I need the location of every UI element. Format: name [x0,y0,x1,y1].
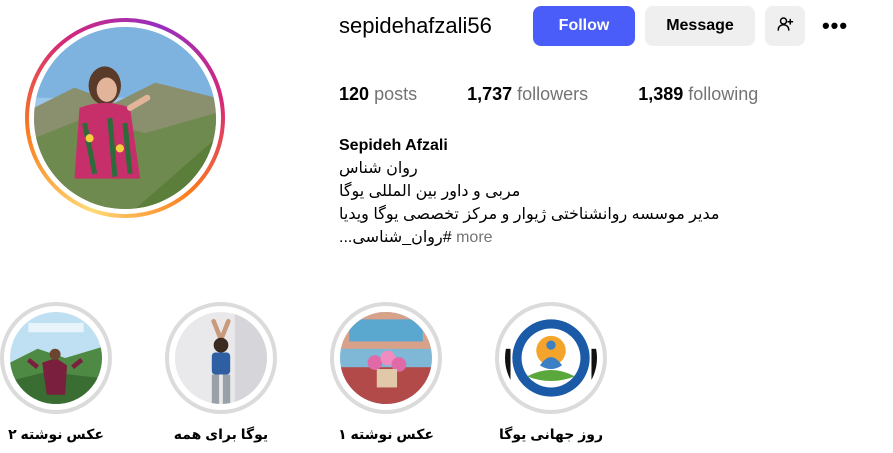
highlight-item[interactable]: عکس نوشته ۱ [330,302,442,443]
highlight-item[interactable]: یوگا برای همه [165,302,277,443]
bio-line-3: مدیر موسسه روانشناختی ژیوار و مرکز تخصصی… [339,206,720,223]
highlight-label: یوگا برای همه [173,426,269,442]
followers-count: 1,737 [467,84,513,104]
avatar-frame [29,22,221,214]
highlight-item[interactable]: عکس نوشته ۲ [0,302,112,443]
followers-label: followers [517,84,589,104]
bio-line-4: #روان_شناسی... more [339,226,759,249]
profile-username: sepidehafzali56 [339,13,492,38]
bio-line-1: روان شناس [339,160,418,177]
profile-bio: Sepideh Afzali روان شناس مربی و داور بین… [339,134,759,249]
highlight-yoga-pose-icon [175,312,267,404]
bio-line-2: مربی و داور بین المللی یوگا [339,183,521,200]
highlight-label: روز جهانی یوگا [498,426,604,442]
bio-more-link[interactable]: more [456,229,492,246]
highlight-yoga-day-icon [505,312,597,404]
more-options-icon[interactable]: ••• [815,6,855,46]
highlight-landscape-icon [10,312,102,404]
highlight-ring [165,302,277,414]
bio-hashtag[interactable]: #روان_شناسی... [339,229,452,246]
highlight-item[interactable]: روز جهانی یوگا [495,302,607,443]
message-button[interactable]: Message [645,6,755,46]
follow-button[interactable]: Follow [533,6,635,46]
highlight-ring [495,302,607,414]
highlight-label: عکس نوشته ۲ [8,426,104,442]
following-count: 1,389 [638,84,684,104]
following-label: following [688,84,759,104]
following-stat[interactable]: 1,389 following [638,84,758,105]
posts-stat: 120 posts [339,84,417,105]
posts-count: 120 [339,84,370,104]
profile-avatar-story-ring[interactable] [25,18,225,218]
avatar [34,27,216,209]
profile-stats: 120 posts 1,737 followers 1,389 followin… [339,84,808,105]
highlight-ring [330,302,442,414]
bio-full-name: Sepideh Afzali [339,137,448,154]
followers-stat[interactable]: 1,737 followers [467,84,588,105]
highlight-flowers-icon [340,312,432,404]
highlight-label: عکس نوشته ۱ [338,426,434,442]
highlight-ring [0,302,112,414]
suggest-users-button[interactable] [765,6,805,46]
posts-label: posts [374,84,418,104]
add-user-icon [776,15,794,38]
